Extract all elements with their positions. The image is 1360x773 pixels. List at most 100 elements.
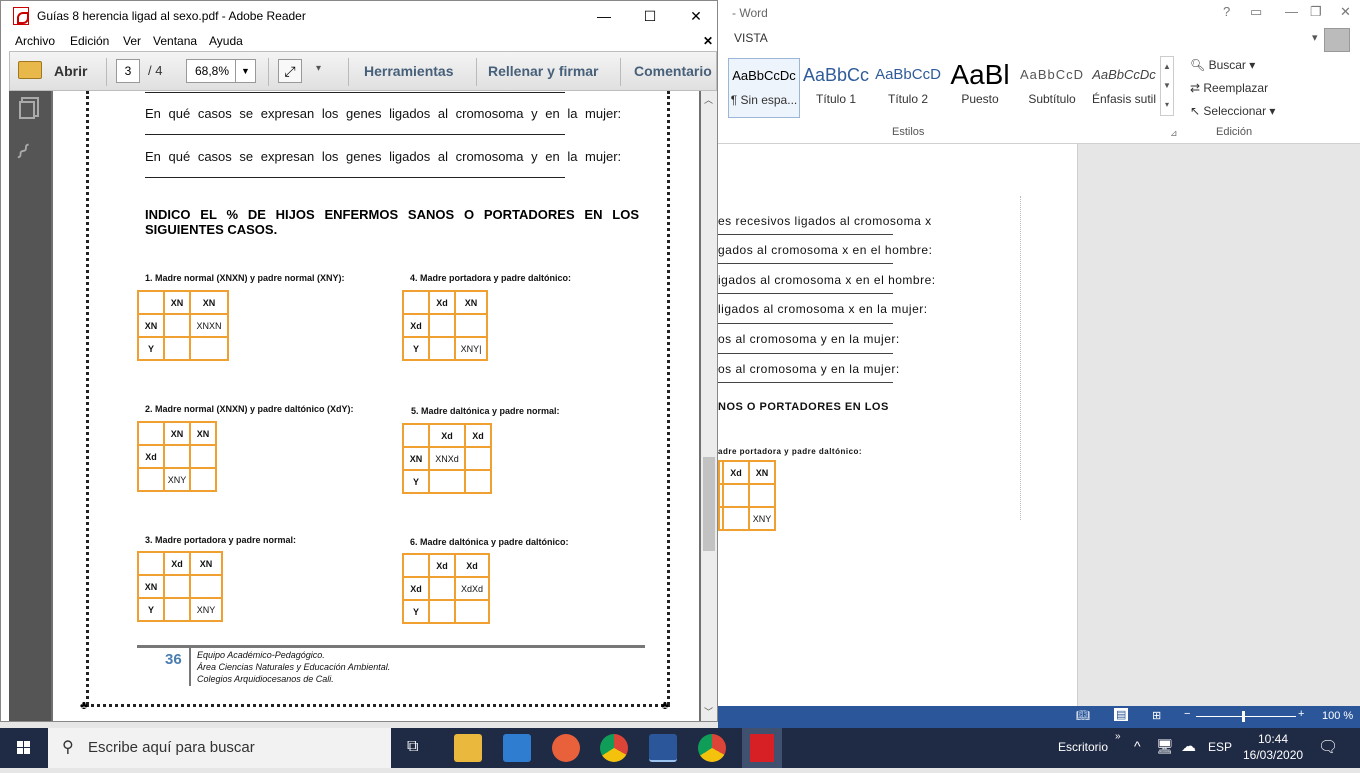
table-cell[interactable]: XN (454, 290, 488, 315)
clock-time[interactable]: 10:44 (1258, 732, 1288, 746)
table-cell[interactable]: Xd (163, 551, 191, 576)
table-cell[interactable] (464, 469, 492, 494)
table-cell[interactable] (402, 423, 430, 448)
file-explorer-icon[interactable] (454, 734, 482, 762)
table-cell[interactable] (428, 469, 466, 494)
tab-vista[interactable]: VISTA (734, 31, 768, 45)
table-cell[interactable] (137, 467, 165, 492)
table-cell[interactable]: XNY| (454, 336, 488, 361)
table-cell[interactable]: Xd (402, 313, 430, 338)
menu-archivo[interactable]: Archivo (15, 34, 55, 48)
avatar[interactable] (1324, 28, 1350, 52)
start-button[interactable] (0, 728, 48, 768)
notifications-icon[interactable]: 🗨︎ (1318, 737, 1338, 757)
print-layout-icon[interactable]: ▤ (1114, 708, 1129, 721)
table-cell[interactable]: Xd (428, 423, 466, 448)
fit-page-icon[interactable]: ⤢ (278, 59, 302, 83)
style-titulo-2[interactable]: AaBbCcD Título 2 (872, 58, 944, 118)
comentario-button[interactable]: Comentario (634, 63, 712, 79)
close-icon[interactable]: ✕ (673, 5, 719, 27)
table-cell[interactable]: Y (137, 597, 165, 622)
style-subtitulo[interactable]: AaBbCcD Subtítulo (1016, 58, 1088, 118)
zoom-in-icon[interactable]: + (1298, 708, 1304, 720)
onedrive-icon[interactable]: ☁︎ (1181, 737, 1196, 755)
table-cell[interactable] (189, 467, 217, 492)
zoom-slider-thumb[interactable] (1242, 711, 1245, 722)
toolbar-expand-icon[interactable]: » (1115, 731, 1121, 742)
table-cell[interactable]: XNY (163, 467, 191, 492)
word-icon[interactable] (649, 734, 677, 762)
scrollbar-thumb[interactable] (703, 457, 715, 551)
page-number-input[interactable]: 3 (116, 59, 140, 83)
table-cell[interactable] (428, 313, 456, 338)
page-thumbnails-icon[interactable] (19, 101, 35, 119)
attachment-icon[interactable]: ⌇ (10, 139, 35, 166)
table-cell[interactable]: XN (137, 313, 165, 338)
zoom-out-icon[interactable]: − (1184, 708, 1190, 720)
styles-scroll[interactable]: ▲ ▼ ▾ (1160, 56, 1174, 116)
table-cell[interactable] (163, 574, 191, 599)
table-cell[interactable]: Y (402, 469, 430, 494)
scroll-up-icon[interactable]: ︿ (704, 93, 713, 106)
help-icon[interactable]: ? (1223, 4, 1230, 19)
table-cell[interactable]: XNXd (428, 446, 466, 471)
table-cell[interactable]: XNXN (189, 313, 229, 338)
chrome-icon[interactable] (698, 734, 726, 762)
chevron-down-icon[interactable]: ▼ (235, 60, 255, 82)
style-puesto[interactable]: AaBl Puesto (944, 58, 1016, 118)
chevron-up-icon[interactable]: ^ (1134, 738, 1141, 754)
menu-ventana[interactable]: Ventana (153, 34, 197, 48)
table-cell[interactable] (402, 553, 430, 578)
table-cell[interactable]: XN (189, 551, 223, 576)
table-cell[interactable]: XN (402, 446, 430, 471)
seleccionar-button[interactable]: ↖ Seleccionar ▾ (1190, 104, 1275, 118)
zoom-slider[interactable] (1196, 716, 1296, 717)
menu-edicion[interactable]: Edición (70, 34, 109, 48)
table-cell[interactable] (189, 444, 217, 469)
clock-date[interactable]: 16/03/2020 (1243, 748, 1303, 762)
read-mode-icon[interactable]: 📖︎ (1076, 709, 1090, 722)
table-cell[interactable] (454, 313, 488, 338)
chrome-icon[interactable] (600, 734, 628, 762)
chevron-down-icon[interactable]: ▾ (1312, 31, 1318, 44)
firefox-icon[interactable] (552, 734, 580, 762)
table-cell[interactable]: XdXd (454, 576, 490, 601)
zoom-input[interactable]: 68,8% ▼ (186, 59, 256, 83)
table-cell[interactable] (137, 290, 165, 315)
table-cell[interactable]: XN (163, 290, 191, 315)
adobe-reader-taskbar-button[interactable] (742, 728, 782, 768)
table-cell[interactable]: Y (137, 336, 165, 361)
table-cell[interactable]: Xd (137, 444, 165, 469)
table-cell[interactable] (464, 446, 492, 471)
open-button[interactable]: Abrir (54, 63, 87, 79)
table-cell[interactable] (428, 336, 456, 361)
table-cell[interactable]: Xd (402, 576, 430, 601)
style-enfasis-sutil[interactable]: AaBbCcDc Énfasis sutil (1088, 58, 1160, 118)
table-cell[interactable]: Xd (428, 553, 456, 578)
buscar-button[interactable]: 🔍︎ Buscar ▾ (1190, 58, 1255, 72)
table-cell[interactable]: Y (402, 599, 430, 624)
restore-icon[interactable]: ❐ (1310, 4, 1322, 20)
table-cell[interactable] (428, 599, 456, 624)
table-cell[interactable]: Xd (454, 553, 490, 578)
table-cell[interactable] (137, 421, 165, 446)
table-cell[interactable] (163, 313, 191, 338)
vertical-scrollbar[interactable]: ︿ ﹀ (701, 91, 717, 721)
close-document-icon[interactable]: ✕ (703, 34, 713, 48)
table-cell[interactable]: XNY (189, 597, 223, 622)
style-titulo-1[interactable]: AaBbCc Título 1 (800, 58, 872, 118)
minimize-icon[interactable]: — (581, 5, 627, 27)
rellenar-firmar-button[interactable]: Rellenar y firmar (488, 63, 599, 79)
herramientas-button[interactable]: Herramientas (364, 63, 454, 79)
style-sin-espaciado[interactable]: AaBbCcDc ¶ Sin espa... (728, 58, 800, 118)
table-cell[interactable] (137, 551, 165, 576)
table-cell[interactable] (402, 290, 430, 315)
taskbar-search-box[interactable]: ⚲ Escribe aquí para buscar (48, 728, 391, 768)
table-cell[interactable] (454, 599, 490, 624)
menu-ver[interactable]: Ver (123, 34, 141, 48)
close-icon[interactable]: ✕ (1340, 4, 1351, 20)
reemplazar-button[interactable]: ⇄ Reemplazar (1190, 81, 1268, 95)
mail-icon[interactable] (503, 734, 531, 762)
ribbon-display-icon[interactable]: ▭ (1250, 4, 1262, 20)
table-cell[interactable] (428, 576, 456, 601)
